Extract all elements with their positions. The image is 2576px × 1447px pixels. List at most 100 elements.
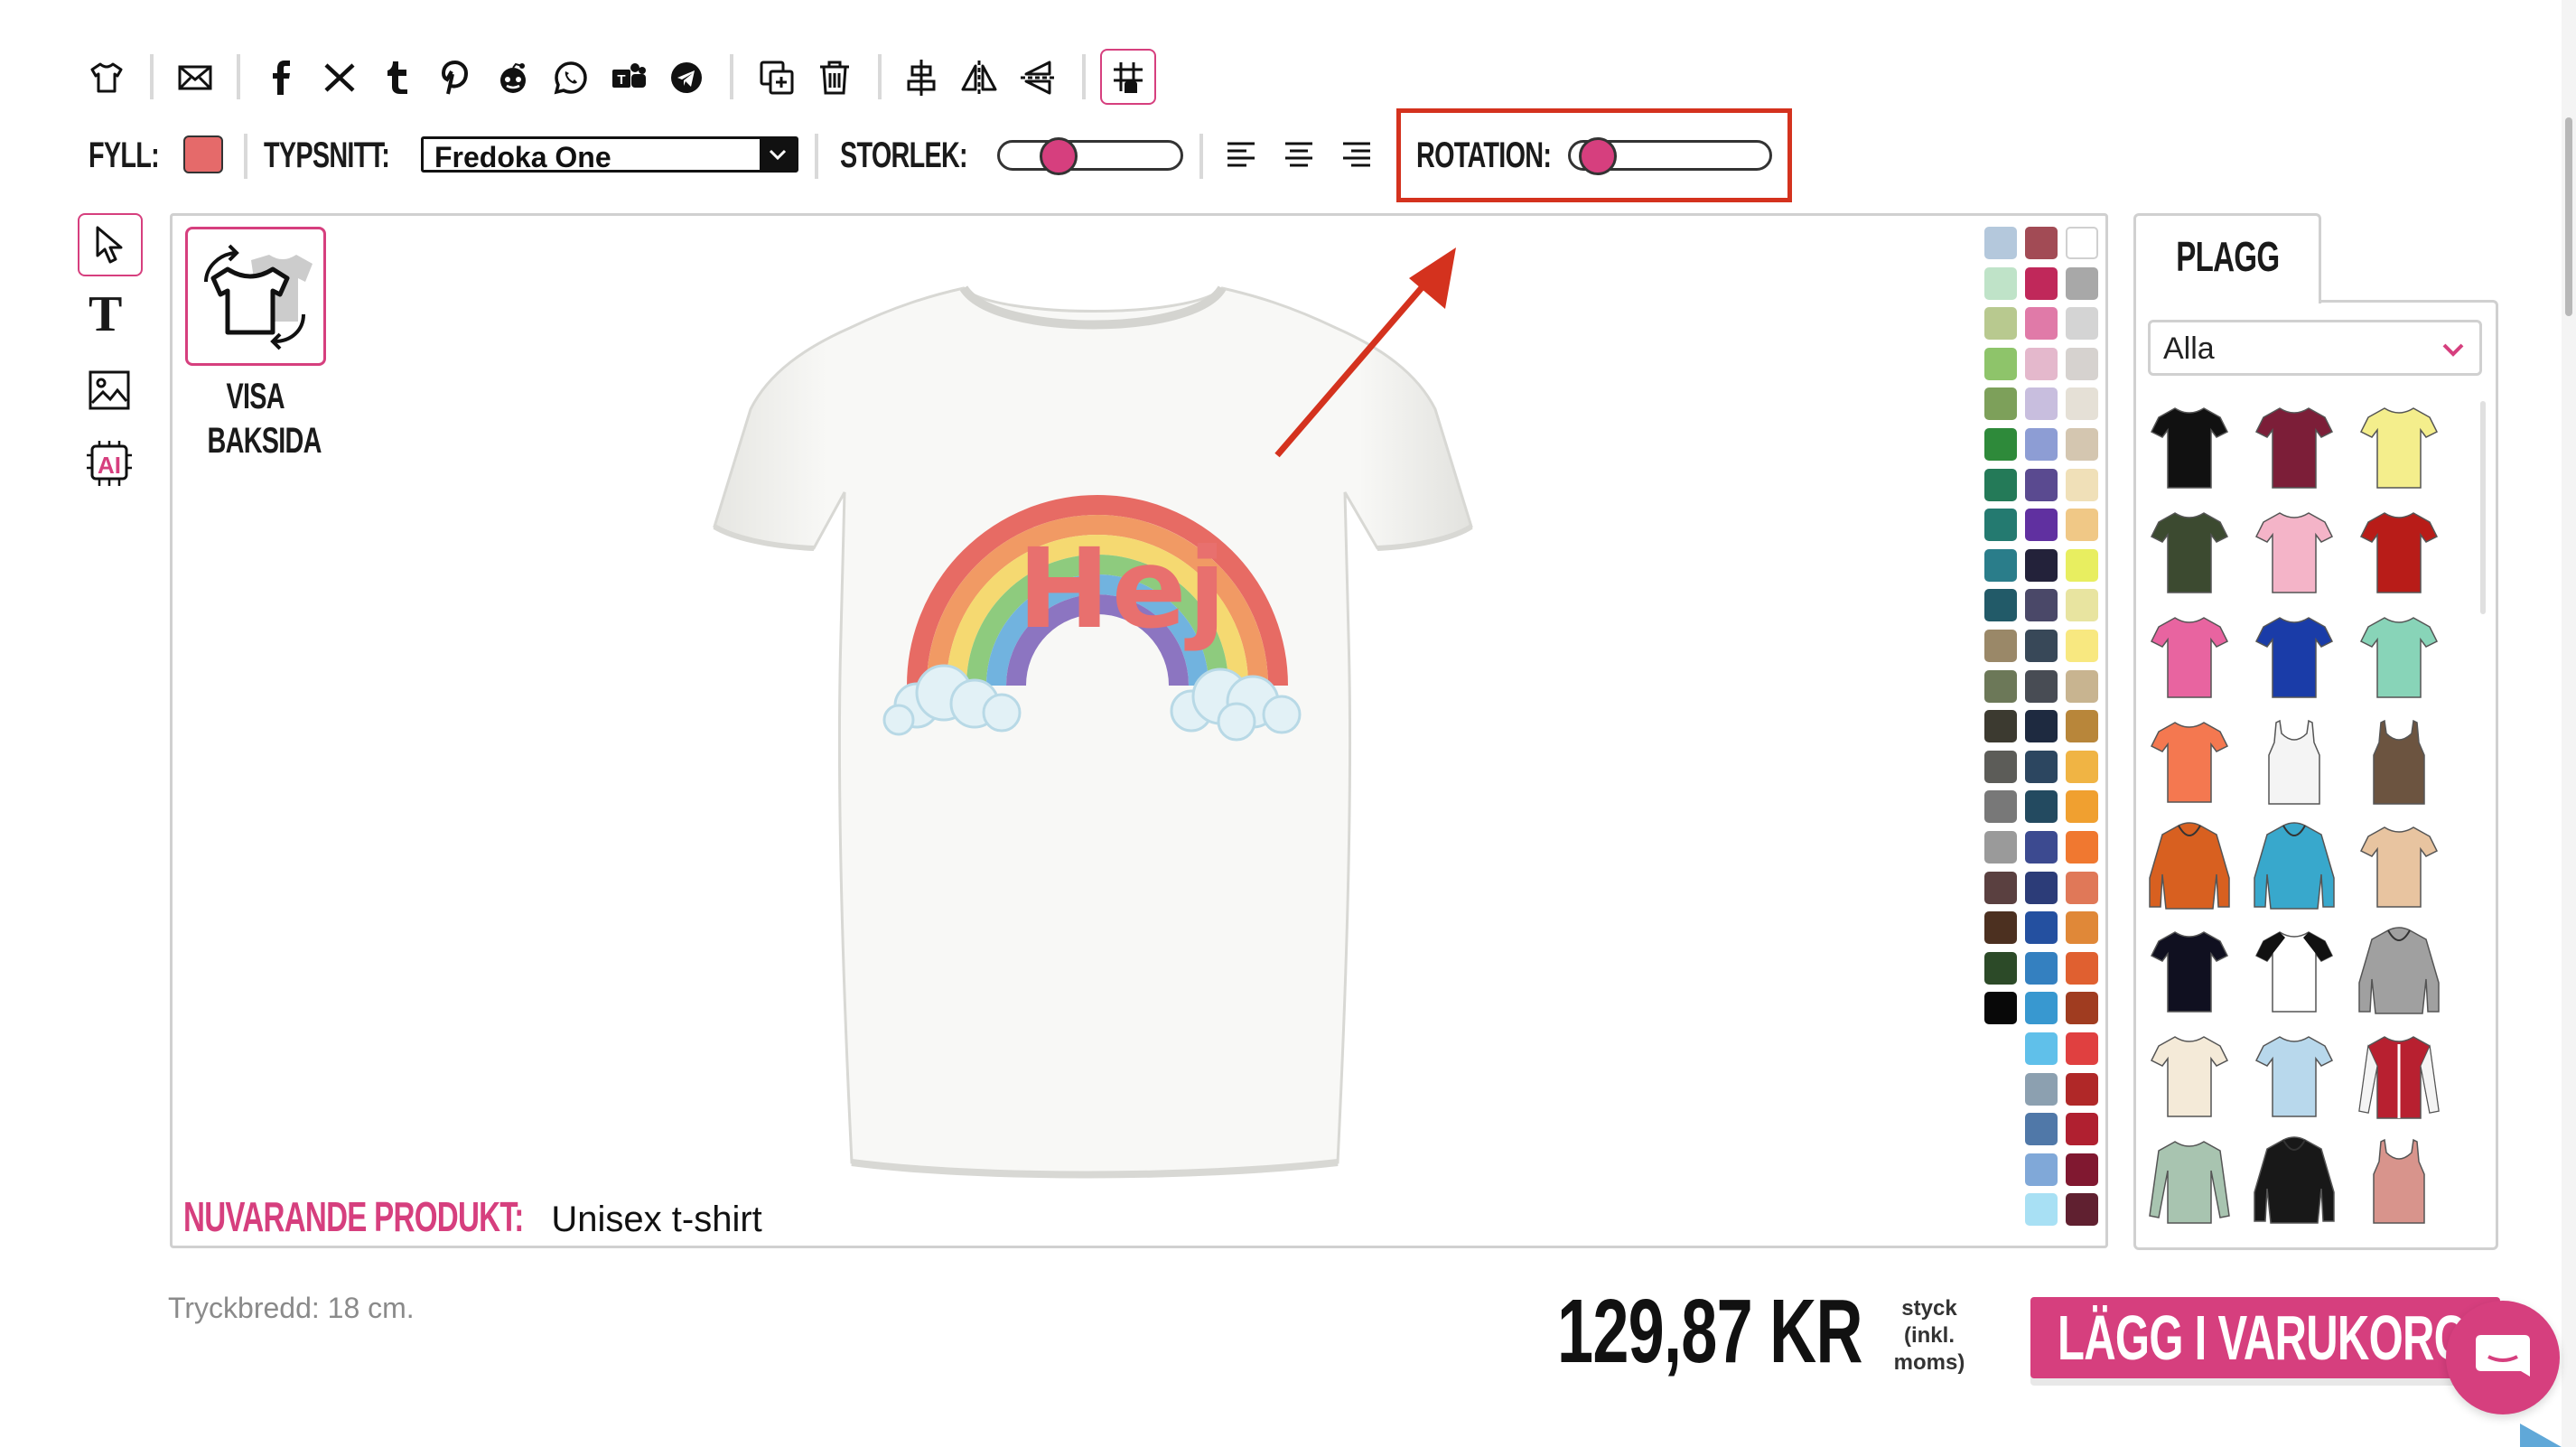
color-swatch[interactable]	[2025, 1072, 2058, 1106]
color-swatch[interactable]	[2025, 347, 2058, 380]
color-swatch[interactable]	[2066, 266, 2098, 300]
color-swatch[interactable]	[2066, 992, 2098, 1025]
color-swatch[interactable]	[1984, 347, 2017, 380]
color-swatch[interactable]	[2066, 669, 2098, 703]
color-swatch[interactable]	[2066, 227, 2098, 259]
product-turquoise-hoodie[interactable]	[2249, 820, 2339, 916]
product-fuchsia-women-tshirt[interactable]	[2144, 611, 2235, 706]
rotation-slider[interactable]	[1568, 137, 1772, 175]
color-swatch[interactable]	[1984, 871, 2017, 904]
color-swatch[interactable]	[2025, 669, 2058, 703]
color-swatch[interactable]	[2025, 548, 2058, 582]
tshirt-icon[interactable]	[87, 58, 126, 98]
align-right-icon[interactable]	[1340, 139, 1373, 172]
color-swatch[interactable]	[2025, 951, 2058, 985]
color-swatch[interactable]	[2066, 710, 2098, 743]
font-select[interactable]: Fredoka One	[421, 136, 798, 173]
color-swatch[interactable]	[2066, 509, 2098, 542]
size-slider-thumb[interactable]	[1040, 137, 1078, 175]
product-raglan-tshirt[interactable]	[2249, 925, 2339, 1021]
design-text-object[interactable]: Hej	[996, 521, 1249, 657]
duplicate-icon[interactable]	[757, 58, 797, 98]
color-swatch[interactable]	[2066, 387, 2098, 421]
pinterest-icon[interactable]	[435, 58, 475, 98]
product-olive-tshirt[interactable]	[2144, 506, 2235, 602]
mail-icon[interactable]	[175, 58, 215, 98]
color-swatch[interactable]	[1984, 428, 2017, 461]
telegram-icon[interactable]	[667, 58, 706, 98]
reddit-icon[interactable]	[493, 58, 533, 98]
color-swatch[interactable]	[2066, 831, 2098, 864]
tumblr-icon[interactable]	[378, 58, 417, 98]
product-coral-women-tshirt[interactable]	[2144, 715, 2235, 811]
product-college-jacket[interactable]	[2354, 1030, 2444, 1125]
color-swatch[interactable]	[2066, 428, 2098, 461]
align-center-icon[interactable]	[901, 58, 941, 98]
color-swatch[interactable]	[1984, 227, 2017, 259]
color-swatch[interactable]	[2025, 1113, 2058, 1146]
color-swatch[interactable]	[1984, 951, 2017, 985]
chat-button[interactable]	[2446, 1301, 2560, 1414]
color-swatch[interactable]	[2025, 387, 2058, 421]
color-swatch[interactable]	[1984, 710, 2017, 743]
color-swatch[interactable]	[1984, 548, 2017, 582]
text-tool-icon[interactable]: T	[89, 287, 122, 341]
color-swatch[interactable]	[2066, 871, 2098, 904]
teams-icon[interactable]: T	[609, 58, 649, 98]
color-swatch[interactable]	[2025, 790, 2058, 824]
product-mint-tshirt[interactable]	[2354, 611, 2444, 706]
color-swatch[interactable]	[2025, 589, 2058, 622]
image-tool-icon[interactable]	[89, 370, 130, 410]
color-swatch[interactable]	[1984, 266, 2017, 300]
product-grey-hoodie[interactable]	[2354, 925, 2444, 1021]
color-swatch[interactable]	[2025, 266, 2058, 300]
rotation-slider-thumb[interactable]	[1578, 137, 1617, 175]
color-swatch[interactable]	[2025, 630, 2058, 662]
product-sage-longsleeve[interactable]	[2144, 1134, 2235, 1230]
color-swatch[interactable]	[2066, 1032, 2098, 1065]
product-yellow-tshirt[interactable]	[2354, 401, 2444, 497]
tab-plagg[interactable]: PLAGG	[2133, 213, 2321, 303]
facebook-icon[interactable]	[262, 58, 302, 98]
color-swatch[interactable]	[2025, 227, 2058, 259]
flip-horizontal-icon[interactable]	[959, 58, 999, 98]
color-swatch[interactable]	[1984, 468, 2017, 501]
color-swatch[interactable]	[2025, 1193, 2058, 1227]
color-swatch[interactable]	[1984, 911, 2017, 945]
color-swatch[interactable]	[2025, 710, 2058, 743]
flip-vertical-icon[interactable]	[1019, 58, 1059, 98]
color-swatch[interactable]	[2066, 347, 2098, 380]
size-slider[interactable]	[997, 137, 1183, 175]
color-swatch[interactable]	[1984, 589, 2017, 622]
color-swatch[interactable]	[2066, 1113, 2098, 1146]
product-white-tank-top[interactable]	[2249, 715, 2339, 811]
color-swatch[interactable]	[2025, 992, 2058, 1025]
product-cream-tshirt[interactable]	[2144, 1030, 2235, 1125]
color-swatch[interactable]	[2066, 1153, 2098, 1186]
product-red-tshirt[interactable]	[2354, 506, 2444, 602]
view-back-button[interactable]	[185, 227, 326, 366]
color-swatch[interactable]	[1984, 387, 2017, 421]
align-center-text-icon[interactable]	[1283, 139, 1315, 172]
page-scrollbar-thumb[interactable]	[2565, 117, 2572, 316]
product-orange-hoodie[interactable]	[2144, 820, 2235, 916]
color-swatch[interactable]	[2066, 630, 2098, 662]
color-swatch[interactable]	[1984, 630, 2017, 662]
color-swatch[interactable]	[2025, 307, 2058, 341]
product-tie-dye-tshirt[interactable]	[2354, 820, 2444, 916]
product-gradient-tshirt[interactable]	[2249, 1030, 2339, 1125]
color-swatch[interactable]	[1984, 750, 2017, 783]
color-swatch[interactable]	[1984, 790, 2017, 824]
product-brown-tank-top[interactable]	[2354, 715, 2444, 811]
color-swatch[interactable]	[2025, 428, 2058, 461]
color-swatch[interactable]	[2066, 911, 2098, 945]
product-black-tshirt[interactable]	[2144, 401, 2235, 497]
color-swatch[interactable]	[2066, 548, 2098, 582]
color-swatch[interactable]	[2066, 307, 2098, 341]
product-royal-blue-tshirt[interactable]	[2249, 611, 2339, 706]
design-canvas[interactable]: VISA BAKSIDA Hej NUVARANDE PRODUKT: Unis…	[170, 213, 2108, 1248]
color-swatch[interactable]	[2025, 1032, 2058, 1065]
product-black-v-tshirt[interactable]	[2144, 925, 2235, 1021]
product-maroon-tshirt[interactable]	[2249, 401, 2339, 497]
color-swatch[interactable]	[2066, 750, 2098, 783]
